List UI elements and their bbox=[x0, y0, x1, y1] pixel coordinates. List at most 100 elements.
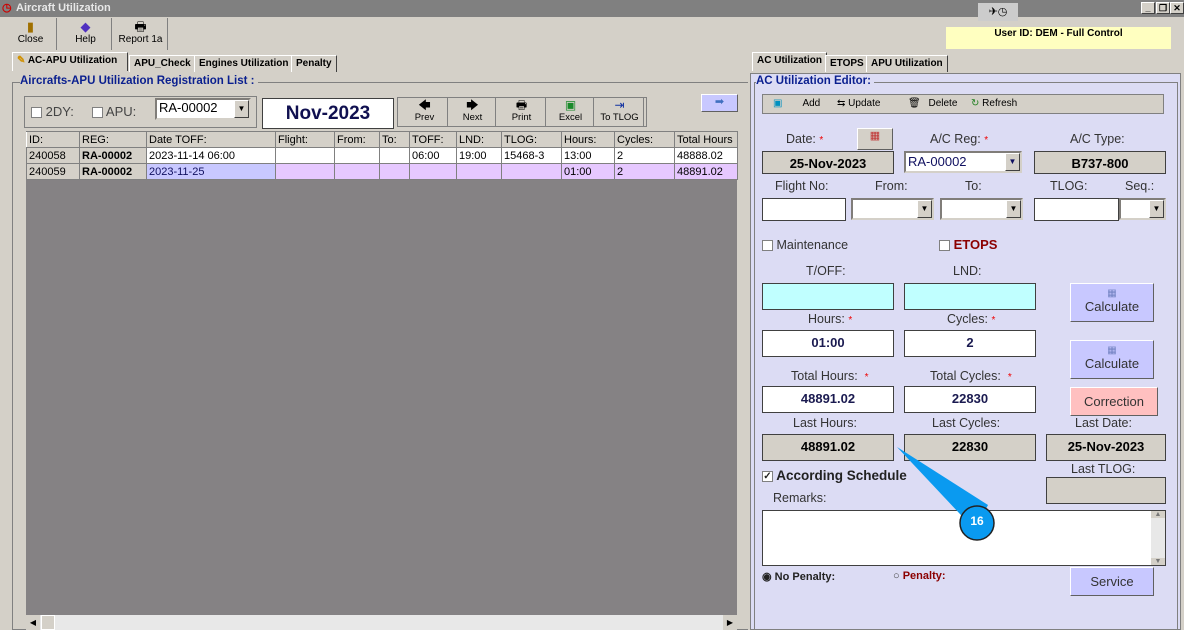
chevron-down-icon[interactable]: ▼ bbox=[1149, 200, 1164, 218]
label: No Penalty: bbox=[774, 571, 836, 583]
checkbox-checked[interactable]: ✓ bbox=[762, 470, 773, 482]
excel-button[interactable]: ▣ Excel bbox=[548, 98, 594, 126]
column-header[interactable]: LND: bbox=[456, 131, 502, 148]
table-cell: 19:00 bbox=[456, 147, 502, 164]
column-header[interactable]: REG: bbox=[79, 131, 147, 148]
column-header[interactable]: Date TOFF: bbox=[146, 131, 276, 148]
help-button[interactable]: ◆ Help bbox=[60, 18, 112, 50]
table-cell: 15468-3 bbox=[501, 147, 562, 164]
tab-penalty[interactable]: Penalty bbox=[291, 55, 337, 72]
ac-type-label: A/C Type: bbox=[1070, 132, 1125, 146]
table-cell bbox=[501, 163, 562, 180]
total-hours-input[interactable]: 48891.02 bbox=[762, 386, 894, 413]
scroll-up-icon[interactable]: ▲ bbox=[1151, 511, 1165, 518]
column-header[interactable]: To: bbox=[379, 131, 410, 148]
checkbox[interactable] bbox=[762, 240, 773, 252]
according-schedule-checkbox[interactable]: ✓ According Schedule bbox=[762, 468, 907, 483]
scroll-thumb[interactable] bbox=[41, 615, 55, 630]
column-header[interactable]: Hours: bbox=[561, 131, 615, 148]
scroll-left-icon[interactable]: ◀ bbox=[26, 615, 40, 630]
column-header[interactable]: Total Hours bbox=[674, 131, 738, 148]
chevron-down-icon[interactable]: ▼ bbox=[1006, 200, 1021, 218]
prev-button[interactable]: 🡄 Prev bbox=[402, 98, 448, 126]
maintenance-checkbox[interactable]: Maintenance bbox=[762, 238, 848, 252]
radio-selected-icon[interactable]: ◉ bbox=[762, 571, 772, 583]
print-button[interactable]: 🖶 Print bbox=[498, 98, 546, 126]
calculator-icon: ▦ bbox=[1107, 345, 1117, 356]
column-header[interactable]: Cycles: bbox=[614, 131, 675, 148]
column-header[interactable]: From: bbox=[334, 131, 380, 148]
update-icon: ⇆ bbox=[837, 98, 846, 109]
next-button[interactable]: 🡆 Next bbox=[450, 98, 496, 126]
hours-label: Hours: * bbox=[808, 312, 853, 326]
to-select[interactable]: ▼ bbox=[940, 198, 1023, 220]
correction-button[interactable]: Correction bbox=[1070, 387, 1158, 416]
minimize-button[interactable]: _ bbox=[1141, 2, 1155, 14]
reg-select[interactable]: RA-00002 ▼ bbox=[155, 98, 251, 120]
vertical-scrollbar[interactable]: ▲ ▼ bbox=[1151, 511, 1165, 565]
ac-reg-select[interactable]: RA-00002 ▼ bbox=[904, 151, 1022, 173]
label: Calculate bbox=[1084, 356, 1140, 371]
last-cycles-label: Last Cycles: bbox=[932, 416, 1001, 430]
chevron-down-icon[interactable]: ▼ bbox=[917, 200, 932, 218]
from-select[interactable]: ▼ bbox=[851, 198, 934, 220]
cycles-input[interactable]: 2 bbox=[904, 330, 1036, 357]
tab-etops[interactable]: ETOPS bbox=[825, 55, 869, 72]
tab-ac-apu-utilization[interactable]: ✎ AC-APU Utilization bbox=[12, 52, 128, 71]
restore-button[interactable]: ❐ bbox=[1156, 2, 1170, 14]
printer-icon: 🖶 bbox=[134, 19, 147, 34]
label: Prev bbox=[414, 112, 435, 123]
lnd-label: LND: bbox=[953, 264, 982, 278]
chk-2dy[interactable]: 2DY: bbox=[31, 104, 74, 119]
add-button[interactable]: ▣ Add bbox=[773, 95, 820, 113]
checkbox[interactable] bbox=[92, 107, 103, 119]
table-row[interactable]: 240059 RA-00002 2023-11-25 01:00 2 48891.02 bbox=[26, 163, 738, 180]
refresh-button[interactable]: ↻ Refresh bbox=[971, 95, 1017, 113]
label: ETOPS bbox=[953, 237, 998, 252]
horizontal-scrollbar[interactable]: ◀ ▶ bbox=[26, 615, 737, 630]
to-tlog-button[interactable]: ⇥ To TLOG bbox=[596, 98, 644, 126]
delete-button[interactable]: 🗑 Delete bbox=[908, 95, 957, 113]
chevron-down-icon[interactable]: ▼ bbox=[234, 100, 249, 118]
column-header[interactable]: TLOG: bbox=[501, 131, 562, 148]
tlog-label: TLOG: bbox=[1050, 179, 1088, 193]
update-button[interactable]: ⇆ Update bbox=[837, 95, 880, 113]
seq-select[interactable]: ▼ bbox=[1119, 198, 1166, 220]
tab-apu-utilization[interactable]: APU Utilization bbox=[866, 55, 948, 72]
period-display: Nov-2023 bbox=[262, 98, 394, 129]
column-header[interactable]: ID: bbox=[26, 131, 80, 148]
close-button[interactable]: ▮ Close bbox=[5, 18, 57, 50]
table-row[interactable]: 240058 RA-00002 2023-11-14 06:00 06:00 19:00… bbox=[26, 147, 738, 164]
penalty-radio[interactable]: ○ Penalty: bbox=[893, 570, 946, 582]
radio-icon[interactable]: ○ bbox=[893, 570, 900, 582]
tlog-input[interactable] bbox=[1034, 198, 1119, 221]
hours-input[interactable]: 01:00 bbox=[762, 330, 894, 357]
chevron-down-icon[interactable]: ▼ bbox=[1005, 153, 1020, 171]
tab-engines-utilization[interactable]: Engines Utilization bbox=[194, 55, 294, 72]
scroll-right-icon[interactable]: ▶ bbox=[723, 615, 737, 630]
calculate-button-2[interactable]: ▦ Calculate bbox=[1070, 340, 1154, 379]
checkbox[interactable] bbox=[939, 240, 950, 252]
column-header[interactable]: Flight: bbox=[275, 131, 335, 148]
callout-badge: 16 bbox=[970, 514, 984, 528]
lnd-input[interactable] bbox=[904, 283, 1036, 310]
close-window-button[interactable]: ✕ bbox=[1170, 2, 1184, 14]
total-cycles-input[interactable]: 22830 bbox=[904, 386, 1036, 413]
no-penalty-radio[interactable]: ◉ No Penalty: bbox=[762, 570, 835, 583]
service-button[interactable]: Service bbox=[1070, 567, 1154, 596]
report-button[interactable]: 🖶 Report 1a bbox=[114, 18, 168, 50]
toff-label: T/OFF: bbox=[806, 264, 846, 278]
column-header[interactable]: TOFF: bbox=[409, 131, 457, 148]
arrow-right-button[interactable]: ➡ bbox=[701, 94, 738, 112]
calendar-button[interactable]: ▦ bbox=[857, 128, 893, 150]
tab-apu-check[interactable]: APU_Check bbox=[129, 55, 196, 72]
toff-input[interactable] bbox=[762, 283, 894, 310]
etops-checkbox[interactable]: ETOPS bbox=[939, 237, 997, 252]
scroll-down-icon[interactable]: ▼ bbox=[1151, 558, 1165, 565]
seq-label: Seq.: bbox=[1125, 179, 1155, 193]
tab-ac-utilization[interactable]: AC Utilization bbox=[752, 52, 827, 71]
calculate-button-1[interactable]: ▦ Calculate bbox=[1070, 283, 1154, 322]
chk-apu[interactable]: APU: bbox=[92, 104, 136, 119]
checkbox[interactable] bbox=[31, 107, 42, 119]
flight-input[interactable] bbox=[762, 198, 846, 221]
